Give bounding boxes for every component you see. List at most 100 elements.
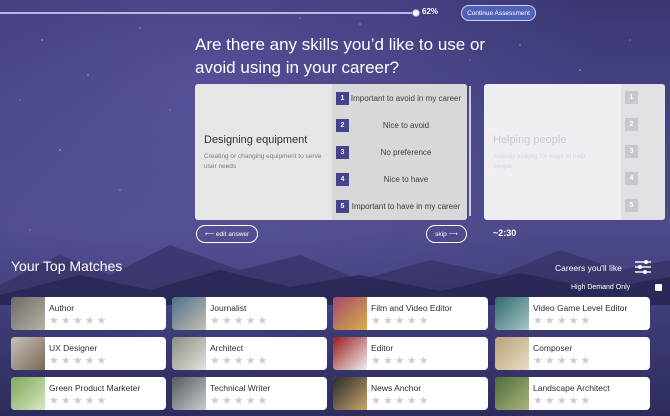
star-icon[interactable]: ★ [210, 316, 220, 327]
star-icon[interactable]: ★ [581, 316, 591, 327]
career-rating[interactable]: ★ ★ ★ ★ ★ [49, 396, 106, 407]
option-1[interactable]: 1 Important to avoid in my career [336, 89, 463, 107]
star-icon[interactable]: ★ [73, 316, 83, 327]
star-icon[interactable]: ★ [557, 396, 567, 407]
star-icon[interactable]: ★ [395, 396, 405, 407]
career-tile[interactable]: Architect ★ ★ ★ ★ ★ [172, 337, 327, 370]
star-icon[interactable]: ★ [85, 396, 95, 407]
star-icon[interactable]: ★ [371, 396, 381, 407]
star-icon[interactable]: ★ [533, 396, 543, 407]
star-icon[interactable]: ★ [383, 316, 393, 327]
career-tile[interactable]: Journalist ★ ★ ★ ★ ★ [172, 297, 327, 330]
skip-button[interactable]: skip ⟶ [426, 225, 467, 243]
star-icon[interactable]: ★ [383, 396, 393, 407]
career-tile[interactable]: Film and Video Editor ★ ★ ★ ★ ★ [333, 297, 488, 330]
career-tile[interactable]: Editor ★ ★ ★ ★ ★ [333, 337, 488, 370]
star-icon[interactable]: ★ [581, 396, 591, 407]
star-icon[interactable]: ★ [407, 396, 417, 407]
star-icon[interactable]: ★ [246, 316, 256, 327]
career-name: Journalist [210, 303, 247, 313]
star-icon[interactable]: ★ [85, 316, 95, 327]
career-rating[interactable]: ★ ★ ★ ★ ★ [210, 316, 267, 327]
career-rating[interactable]: ★ ★ ★ ★ ★ [49, 316, 106, 327]
filter-sliders-icon[interactable] [634, 259, 652, 275]
star-icon[interactable]: ★ [258, 356, 268, 367]
option-4[interactable]: 4 Nice to have [336, 170, 463, 188]
career-tile[interactable]: Green Product Marketer ★ ★ ★ ★ ★ [11, 377, 166, 410]
star-icon[interactable]: ★ [61, 356, 71, 367]
star-icon[interactable]: ★ [395, 356, 405, 367]
star-icon[interactable]: ★ [61, 316, 71, 327]
star-icon[interactable]: ★ [49, 356, 59, 367]
star-icon[interactable]: ★ [395, 316, 405, 327]
star-icon[interactable]: ★ [222, 356, 232, 367]
star-icon[interactable]: ★ [557, 356, 567, 367]
career-tile[interactable]: Technical Writer ★ ★ ★ ★ ★ [172, 377, 327, 410]
star-icon[interactable]: ★ [73, 396, 83, 407]
career-rating[interactable]: ★ ★ ★ ★ ★ [210, 356, 267, 367]
career-rating[interactable]: ★ ★ ★ ★ ★ [49, 356, 106, 367]
star-icon[interactable]: ★ [371, 356, 381, 367]
star-icon[interactable]: ★ [210, 356, 220, 367]
next-option-number: 1 [625, 91, 638, 104]
star-icon[interactable]: ★ [49, 316, 59, 327]
career-tile[interactable]: Author ★ ★ ★ ★ ★ [11, 297, 166, 330]
star-icon[interactable]: ★ [419, 356, 429, 367]
star-icon[interactable]: ★ [419, 396, 429, 407]
star-icon[interactable]: ★ [569, 316, 579, 327]
edit-answer-button[interactable]: ⟵ edit answer [196, 225, 258, 243]
career-tile[interactable]: News Anchor ★ ★ ★ ★ ★ [333, 377, 488, 410]
star-icon[interactable]: ★ [222, 396, 232, 407]
star-icon[interactable]: ★ [258, 396, 268, 407]
star-icon[interactable]: ★ [569, 356, 579, 367]
career-rating[interactable]: ★ ★ ★ ★ ★ [371, 396, 428, 407]
star-icon[interactable]: ★ [383, 356, 393, 367]
careers-like-label: Careers you'll like [555, 263, 622, 273]
option-2[interactable]: 2 Nice to avoid [336, 116, 463, 134]
career-tile[interactable]: Video Game Level Editor ★ ★ ★ ★ ★ [495, 297, 650, 330]
star-icon[interactable]: ★ [545, 396, 555, 407]
star-icon[interactable]: ★ [371, 316, 381, 327]
career-rating[interactable]: ★ ★ ★ ★ ★ [533, 356, 590, 367]
star-icon[interactable]: ★ [210, 396, 220, 407]
star-icon[interactable]: ★ [533, 356, 543, 367]
career-tile[interactable]: UX Designer ★ ★ ★ ★ ★ [11, 337, 166, 370]
star-icon[interactable]: ★ [97, 356, 107, 367]
star-icon[interactable]: ★ [49, 396, 59, 407]
star-icon[interactable]: ★ [234, 356, 244, 367]
star-icon[interactable]: ★ [557, 316, 567, 327]
career-rating[interactable]: ★ ★ ★ ★ ★ [210, 396, 267, 407]
continue-assessment-button[interactable]: Continue Assessment [461, 5, 536, 21]
career-rating[interactable]: ★ ★ ★ ★ ★ [533, 396, 590, 407]
star-icon[interactable]: ★ [234, 396, 244, 407]
star-icon[interactable]: ★ [407, 316, 417, 327]
career-name: Video Game Level Editor [533, 303, 628, 313]
career-tile[interactable]: Landscape Architect ★ ★ ★ ★ ★ [495, 377, 650, 410]
star-icon[interactable]: ★ [545, 356, 555, 367]
career-tile[interactable]: Composer ★ ★ ★ ★ ★ [495, 337, 650, 370]
star-icon[interactable]: ★ [85, 356, 95, 367]
star-icon[interactable]: ★ [419, 316, 429, 327]
star-icon[interactable]: ★ [246, 356, 256, 367]
star-icon[interactable]: ★ [97, 396, 107, 407]
star-icon[interactable]: ★ [246, 396, 256, 407]
high-demand-checkbox[interactable] [655, 284, 662, 291]
career-rating[interactable]: ★ ★ ★ ★ ★ [371, 356, 428, 367]
star-icon[interactable]: ★ [222, 316, 232, 327]
career-rating[interactable]: ★ ★ ★ ★ ★ [371, 316, 428, 327]
star-icon[interactable]: ★ [545, 316, 555, 327]
star-icon[interactable]: ★ [73, 356, 83, 367]
star-icon[interactable]: ★ [61, 396, 71, 407]
career-rating[interactable]: ★ ★ ★ ★ ★ [533, 316, 590, 327]
star-icon[interactable]: ★ [97, 316, 107, 327]
star-icon[interactable]: ★ [569, 396, 579, 407]
career-name: Landscape Architect [533, 383, 610, 393]
star-icon[interactable]: ★ [407, 356, 417, 367]
star-icon[interactable]: ★ [258, 316, 268, 327]
option-3[interactable]: 3 No preference [336, 143, 463, 161]
option-5[interactable]: 5 Important to have in my career [336, 197, 463, 215]
star-icon[interactable]: ★ [234, 316, 244, 327]
career-thumbnail [495, 337, 529, 370]
star-icon[interactable]: ★ [581, 356, 591, 367]
star-icon[interactable]: ★ [533, 316, 543, 327]
